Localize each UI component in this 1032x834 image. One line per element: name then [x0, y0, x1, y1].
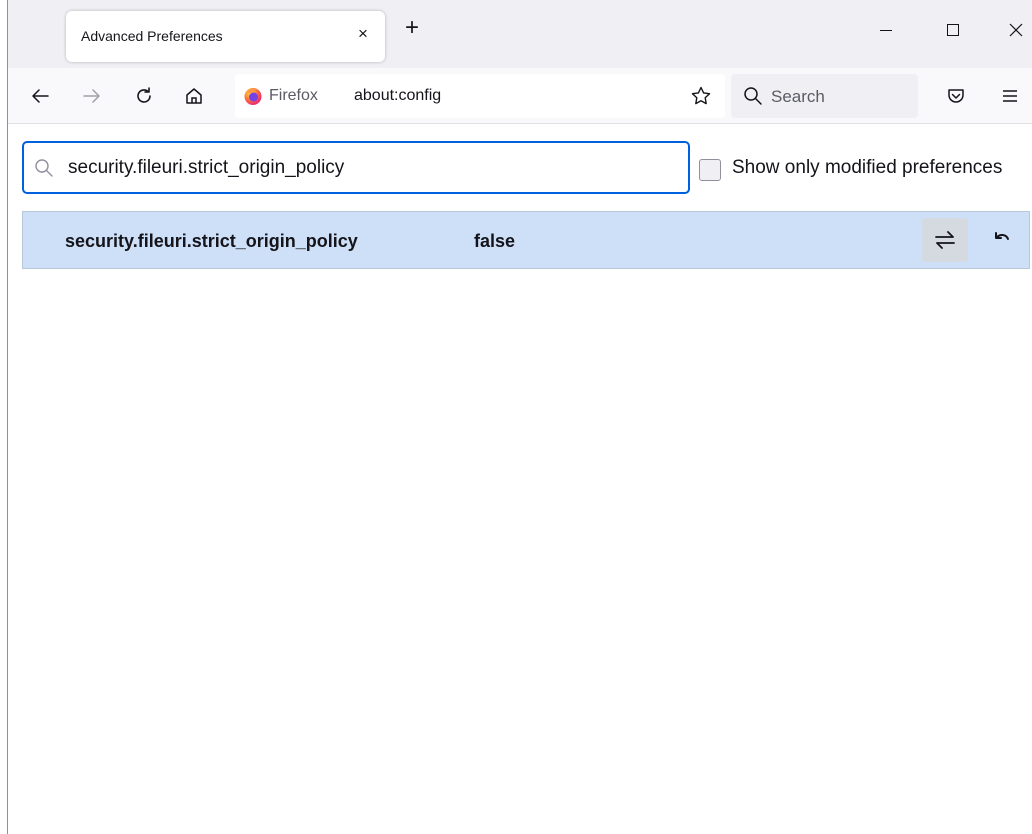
maximize-icon: [947, 24, 959, 36]
show-modified-label[interactable]: Show only modified preferences: [732, 157, 1002, 179]
tab-close-icon[interactable]: ×: [355, 24, 371, 44]
back-arrow-icon: [32, 89, 49, 103]
preference-filter[interactable]: [22, 141, 690, 194]
bookmark-star-button[interactable]: [689, 84, 713, 108]
reset-button[interactable]: [979, 218, 1025, 262]
url-text[interactable]: about:config: [354, 87, 441, 105]
maximize-button[interactable]: [940, 18, 964, 42]
new-tab-button[interactable]: +: [400, 16, 424, 41]
home-icon: [186, 88, 202, 104]
navigation-toolbar: Firefox about:config Search: [8, 68, 1032, 124]
app-menu-button[interactable]: [998, 84, 1022, 108]
pocket-button[interactable]: [944, 84, 968, 108]
identity-label: Firefox: [269, 87, 318, 104]
firefox-logo-icon: [244, 88, 262, 105]
preference-name: security.fileuri.strict_origin_policy: [65, 231, 358, 251]
minimize-button[interactable]: [874, 18, 898, 42]
reload-button[interactable]: [130, 82, 158, 110]
url-bar[interactable]: Firefox about:config: [235, 74, 725, 118]
show-modified-checkbox[interactable]: [699, 159, 721, 181]
tab-advanced-preferences[interactable]: Advanced Preferences ×: [66, 11, 385, 62]
search-icon: [744, 87, 762, 105]
pocket-icon: [948, 89, 964, 103]
reload-icon: [137, 87, 151, 103]
toggle-icon: [935, 231, 955, 249]
reset-icon: [995, 232, 1009, 240]
home-button[interactable]: [180, 82, 208, 110]
minimize-icon: [880, 30, 892, 31]
search-bar[interactable]: Search: [731, 74, 918, 118]
preference-row[interactable]: security.fileuri.strict_origin_policy fa…: [22, 211, 1030, 269]
forward-arrow-icon: [83, 89, 100, 103]
search-placeholder: Search: [771, 87, 825, 106]
search-input[interactable]: [68, 154, 668, 182]
close-window-button[interactable]: [1004, 18, 1028, 42]
forward-button[interactable]: [78, 82, 106, 110]
identity-box[interactable]: Firefox: [243, 84, 318, 108]
window-border: [7, 0, 8, 834]
back-button[interactable]: [26, 82, 54, 110]
toggle-button[interactable]: [922, 218, 968, 262]
tab-title: Advanced Preferences: [81, 28, 223, 44]
hamburger-menu-icon: [1003, 90, 1017, 102]
close-icon: [1009, 23, 1023, 37]
preference-value: false: [474, 231, 516, 251]
search-icon: [35, 159, 53, 177]
star-icon: [691, 86, 711, 105]
tab-strip: Advanced Preferences × +: [8, 0, 1032, 68]
